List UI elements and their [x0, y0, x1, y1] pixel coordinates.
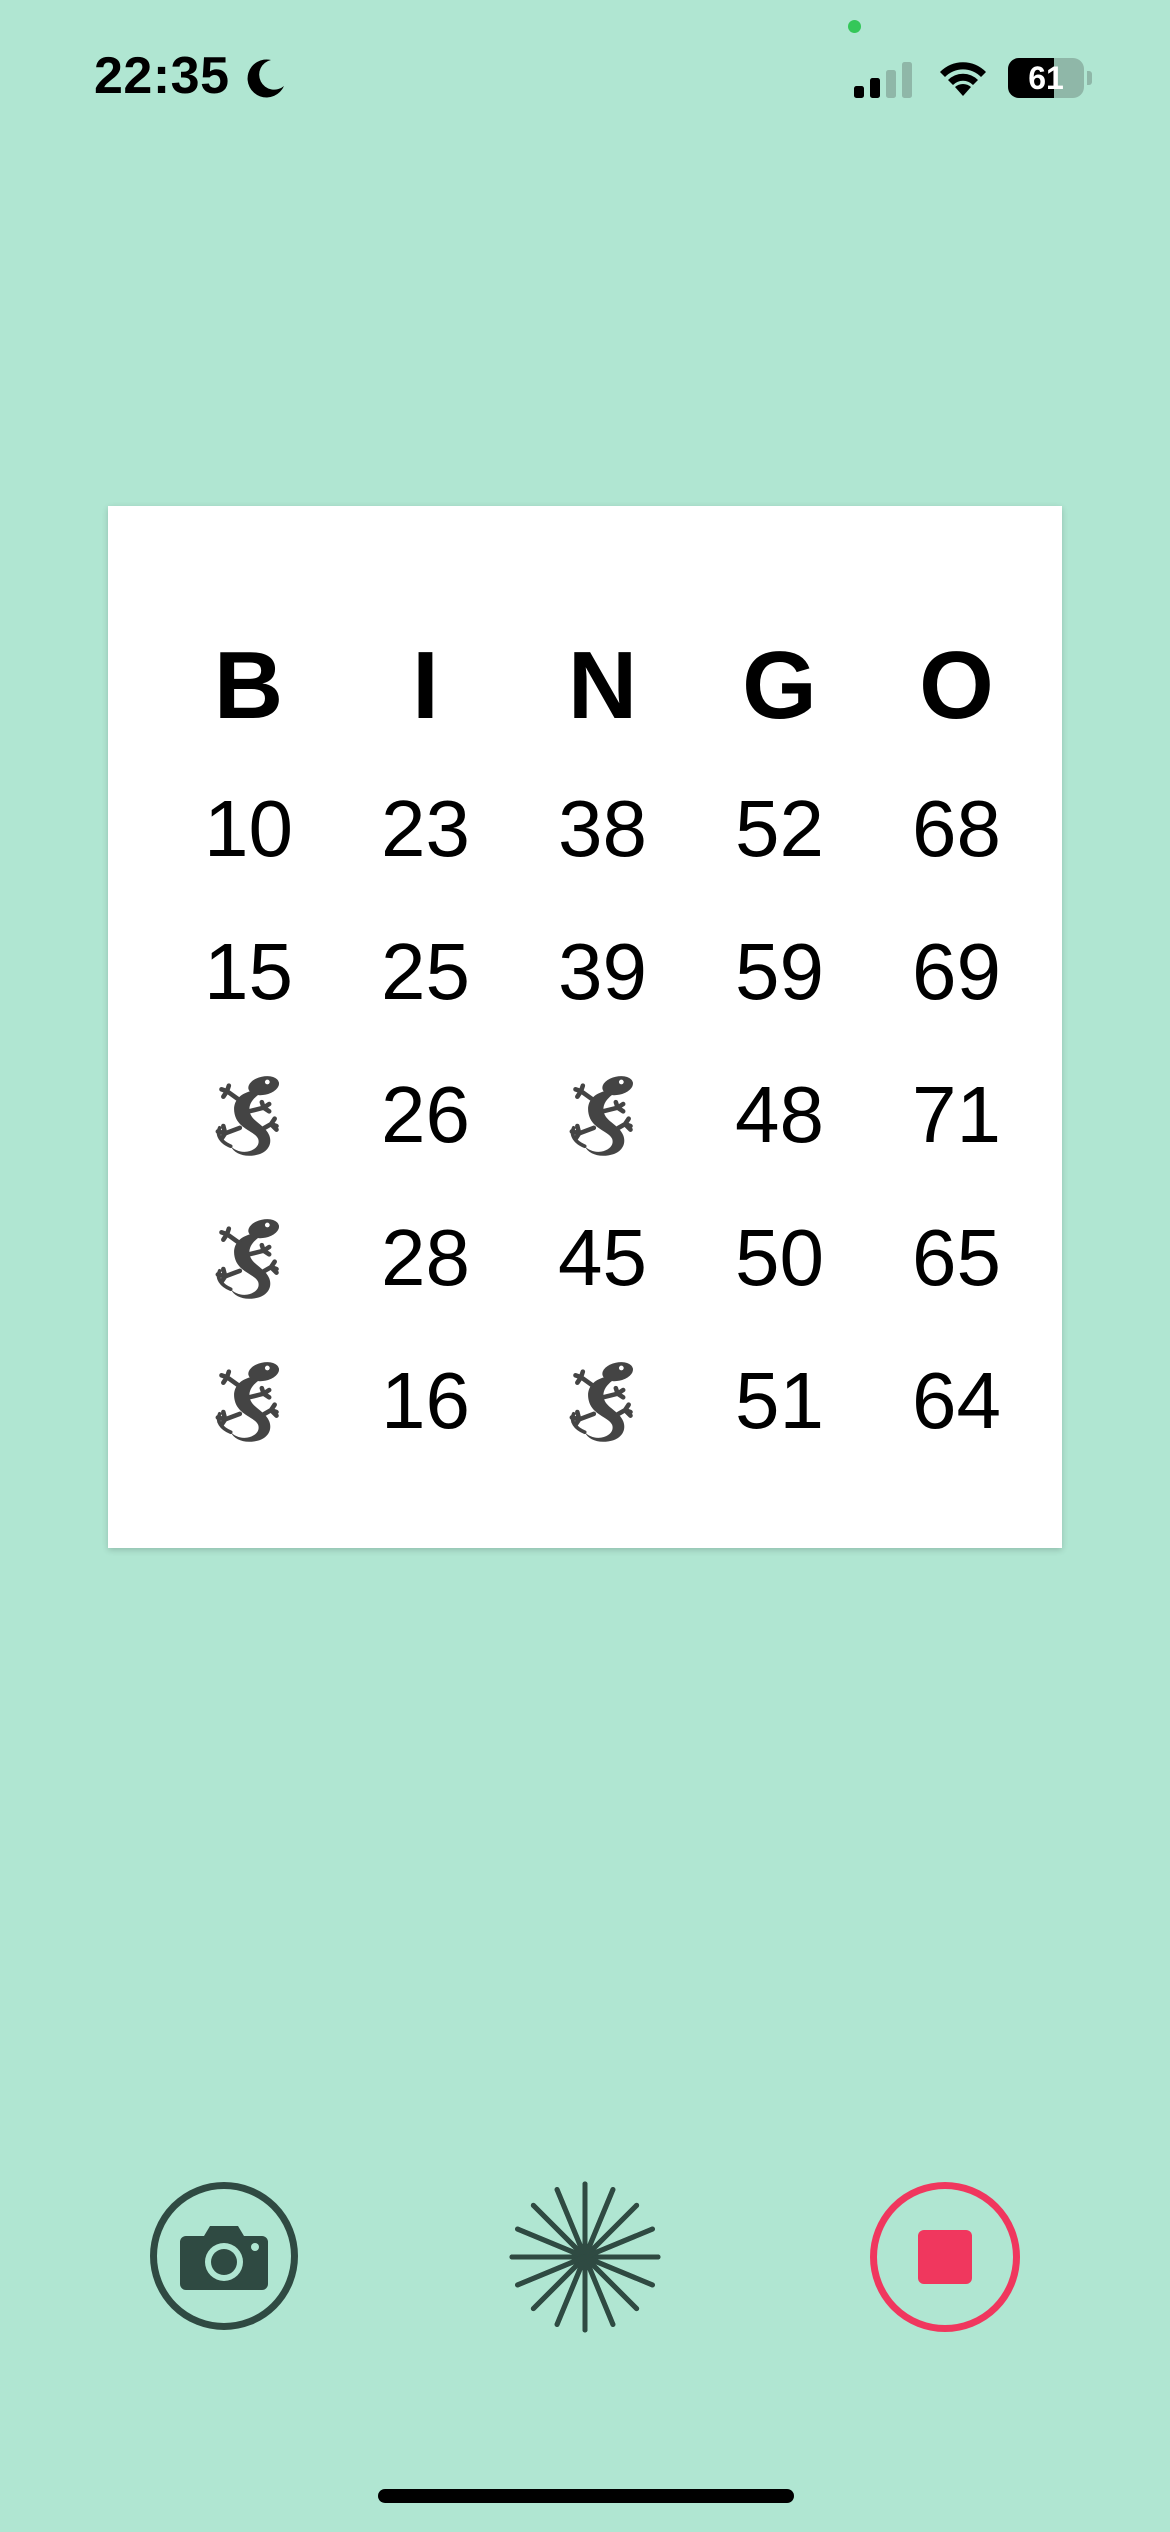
- signal-bar: [854, 86, 864, 98]
- bingo-grid: B I N G O 10 23 38 52 68 15 25 39 59 69 26 48 71 28 45 50 65 1…: [160, 614, 1045, 1472]
- gecko-icon: [557, 1357, 649, 1445]
- stop-button[interactable]: [870, 2182, 1020, 2332]
- signal-bar: [870, 78, 880, 98]
- bingo-cell[interactable]: 71: [868, 1043, 1045, 1186]
- battery-level-text: 61: [1028, 60, 1064, 96]
- bingo-cell[interactable]: 50: [691, 1186, 868, 1329]
- bingo-cell[interactable]: 59: [691, 900, 868, 1043]
- bingo-cell[interactable]: 48: [691, 1043, 868, 1186]
- bingo-cell[interactable]: 64: [868, 1329, 1045, 1472]
- gecko-icon: [203, 1214, 295, 1302]
- status-time: 22:35: [94, 47, 230, 105]
- stop-icon: [918, 2230, 972, 2284]
- bingo-cell[interactable]: 51: [691, 1329, 868, 1472]
- home-indicator[interactable]: [378, 2489, 794, 2503]
- bingo-cell-marked[interactable]: [160, 1186, 337, 1329]
- bingo-column-header: I: [412, 631, 439, 739]
- bingo-cell[interactable]: 38: [514, 757, 691, 900]
- status-bar: 22:35 61: [0, 0, 1170, 150]
- battery-indicator: 61: [1008, 58, 1092, 98]
- bingo-column-header: B: [213, 631, 284, 739]
- camera-button[interactable]: [150, 2182, 298, 2330]
- bingo-card: B I N G O 10 23 38 52 68 15 25 39 59 69 26 48 71 28 45 50 65 1…: [108, 506, 1062, 1548]
- bingo-cell[interactable]: 10: [160, 757, 337, 900]
- cellular-signal-icon: [854, 62, 912, 98]
- bingo-cell[interactable]: 26: [337, 1043, 514, 1186]
- bingo-cell[interactable]: 15: [160, 900, 337, 1043]
- privacy-indicator-dot: [848, 20, 861, 33]
- moon-icon: [247, 59, 284, 98]
- bingo-cell-marked[interactable]: [160, 1329, 337, 1472]
- signal-bar: [886, 70, 896, 98]
- bingo-cell[interactable]: 68: [868, 757, 1045, 900]
- burst-icon[interactable]: [508, 2180, 662, 2334]
- bingo-column-header: O: [919, 631, 994, 739]
- camera-icon: [180, 2226, 268, 2290]
- gecko-icon: [203, 1357, 295, 1445]
- bingo-column-header: G: [742, 631, 817, 739]
- bingo-cell[interactable]: 28: [337, 1186, 514, 1329]
- bingo-cell[interactable]: 52: [691, 757, 868, 900]
- bingo-cell-marked[interactable]: [514, 1329, 691, 1472]
- bingo-cell[interactable]: 39: [514, 900, 691, 1043]
- signal-bar: [902, 62, 912, 98]
- gecko-icon: [557, 1071, 649, 1159]
- bingo-cell[interactable]: 69: [868, 900, 1045, 1043]
- gecko-icon: [203, 1071, 295, 1159]
- bingo-cell-marked[interactable]: [160, 1043, 337, 1186]
- bingo-cell[interactable]: 23: [337, 757, 514, 900]
- bingo-column-header: N: [567, 631, 638, 739]
- bingo-cell[interactable]: 16: [337, 1329, 514, 1472]
- wifi-icon: [940, 62, 986, 96]
- bingo-cell-marked[interactable]: [514, 1043, 691, 1186]
- bingo-cell[interactable]: 45: [514, 1186, 691, 1329]
- bingo-cell[interactable]: 25: [337, 900, 514, 1043]
- bingo-cell[interactable]: 65: [868, 1186, 1045, 1329]
